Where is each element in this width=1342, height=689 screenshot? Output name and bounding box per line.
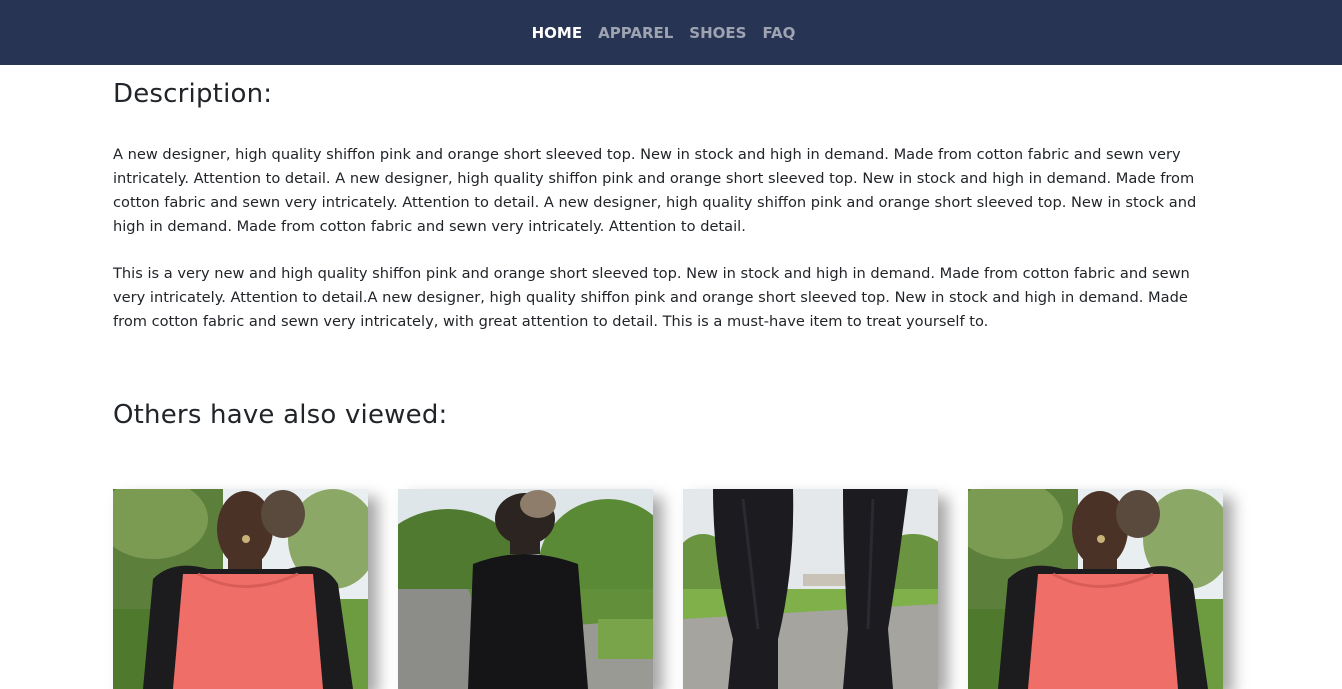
- nav-menu: HOME APPAREL SHOES FAQ: [524, 24, 804, 42]
- related-product-card-3[interactable]: [683, 489, 938, 689]
- related-product-card-1[interactable]: [113, 489, 368, 689]
- related-product-card-2[interactable]: [398, 489, 653, 689]
- related-product-image-1: [113, 489, 368, 689]
- description-paragraph-2: This is a very new and high quality shif…: [113, 265, 1190, 330]
- others-viewed-heading: Others have also viewed:: [113, 400, 448, 430]
- description-paragraph-1: A new designer, high quality shiffon pin…: [113, 146, 1197, 235]
- related-product-image-4: [968, 489, 1223, 689]
- related-products-gallery: [113, 489, 1223, 689]
- nav-link-apparel[interactable]: APPAREL: [590, 24, 681, 42]
- related-product-image-2: [398, 489, 653, 689]
- description-heading: Description:: [113, 79, 273, 109]
- related-product-card-4[interactable]: [968, 489, 1223, 689]
- related-product-image-3: [683, 489, 938, 689]
- nav-link-faq[interactable]: FAQ: [754, 24, 803, 42]
- top-navbar: HOME APPAREL SHOES FAQ: [0, 0, 1342, 65]
- nav-link-shoes[interactable]: SHOES: [681, 24, 754, 42]
- nav-link-home[interactable]: HOME: [524, 24, 590, 42]
